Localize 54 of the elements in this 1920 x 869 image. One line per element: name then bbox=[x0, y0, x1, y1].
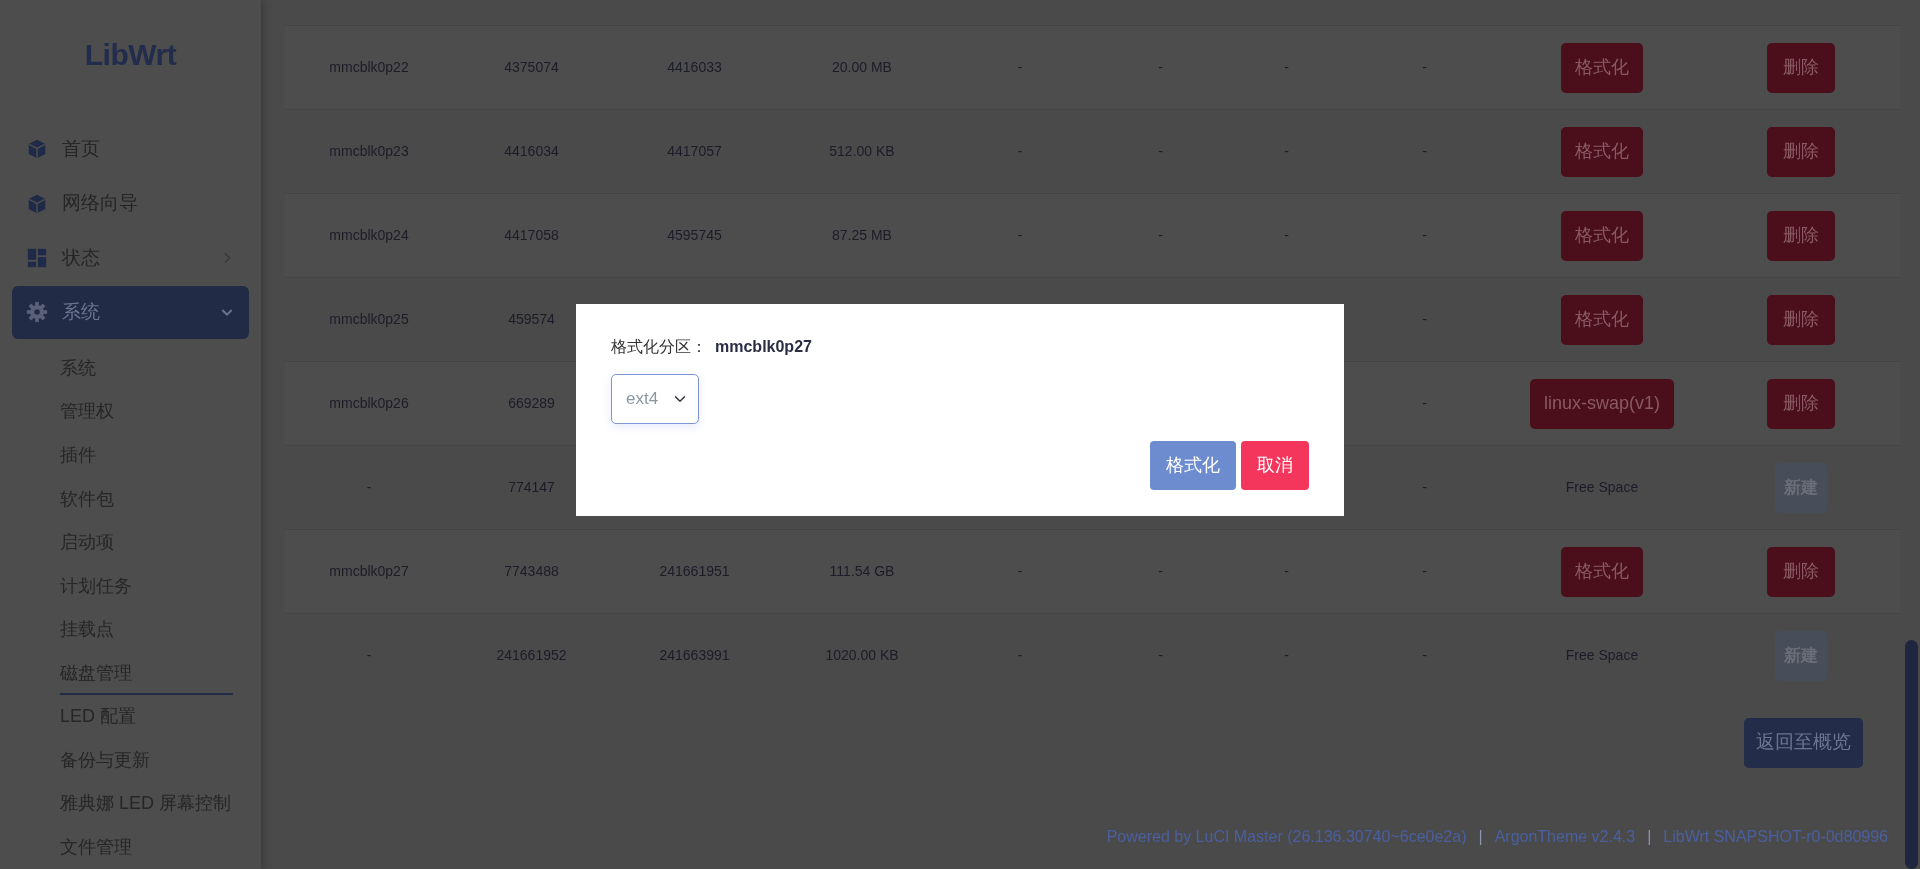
table-cell: - bbox=[1095, 25, 1226, 110]
delete-button[interactable]: 删除 bbox=[1767, 126, 1835, 177]
table-cell: - bbox=[1095, 193, 1226, 278]
table-cell: - bbox=[1095, 529, 1226, 614]
table-cell: - bbox=[1226, 193, 1347, 278]
table-cell: - bbox=[1226, 109, 1347, 194]
cube-icon bbox=[26, 138, 48, 161]
table-cell: - bbox=[1347, 445, 1502, 530]
table-cell: - bbox=[285, 613, 453, 698]
delete-button[interactable]: 删除 bbox=[1767, 546, 1835, 597]
table-cell: - bbox=[945, 613, 1095, 698]
format-button[interactable]: 格式化 bbox=[1561, 210, 1643, 261]
table-cell: - bbox=[285, 445, 453, 530]
format-button[interactable]: 格式化 bbox=[1561, 546, 1643, 597]
filesystem-select[interactable]: ext4 bbox=[611, 374, 699, 424]
table-cell: - bbox=[1347, 277, 1502, 362]
format-button[interactable]: 格式化 bbox=[1561, 126, 1643, 177]
sidebar-item[interactable]: 系统 bbox=[12, 286, 249, 339]
format-button[interactable]: 格式化 bbox=[1561, 294, 1643, 345]
table-cell: - bbox=[945, 529, 1095, 614]
table-cell: - bbox=[1347, 613, 1502, 698]
separator: | bbox=[1478, 827, 1483, 847]
table-cell: - bbox=[1347, 193, 1502, 278]
footer-link[interactable]: ArgonTheme v2.4.3 bbox=[1494, 825, 1636, 849]
cancel-button[interactable]: 取消 bbox=[1241, 441, 1309, 490]
footer-link[interactable]: Powered by LuCI Master (26.136.30740~6ce0e2a) bbox=[1106, 825, 1467, 849]
partition-name: mmcblk0p27 bbox=[715, 338, 812, 355]
back-button[interactable]: 返回至概览 bbox=[1744, 717, 1863, 768]
table-cell: - bbox=[1226, 529, 1347, 614]
scrollbar-thumb[interactable] bbox=[1905, 640, 1918, 869]
delete-button[interactable]: 删除 bbox=[1767, 294, 1835, 345]
cube-icon bbox=[26, 192, 48, 215]
dashboard-icon bbox=[26, 247, 48, 270]
format-button[interactable]: linux-swap(v1) bbox=[1529, 378, 1674, 429]
delete-button[interactable]: 删除 bbox=[1767, 378, 1835, 429]
table-cell: - bbox=[1095, 109, 1226, 194]
format-button[interactable]: 格式化 bbox=[1150, 441, 1236, 490]
table-cell: - bbox=[1347, 529, 1502, 614]
table-cell: - bbox=[1226, 613, 1347, 698]
gear-icon bbox=[26, 301, 48, 324]
table-cell: - bbox=[1095, 613, 1226, 698]
table-cell: - bbox=[945, 109, 1095, 194]
separator: | bbox=[1647, 827, 1652, 847]
delete-button[interactable]: 删除 bbox=[1767, 42, 1835, 93]
format-button[interactable]: 格式化 bbox=[1561, 42, 1643, 93]
table-cell: - bbox=[1347, 109, 1502, 194]
table-cell: - bbox=[1347, 25, 1502, 110]
delete-button[interactable]: 删除 bbox=[1767, 210, 1835, 261]
table-cell: - bbox=[1226, 25, 1347, 110]
footer-link[interactable]: LibWrt SNAPSHOT-r0-0d80996 bbox=[1663, 825, 1888, 849]
table-cell: - bbox=[945, 193, 1095, 278]
table-cell: - bbox=[1347, 361, 1502, 446]
modal-label: 格式化分区： bbox=[611, 338, 707, 355]
table-cell: - bbox=[945, 25, 1095, 110]
